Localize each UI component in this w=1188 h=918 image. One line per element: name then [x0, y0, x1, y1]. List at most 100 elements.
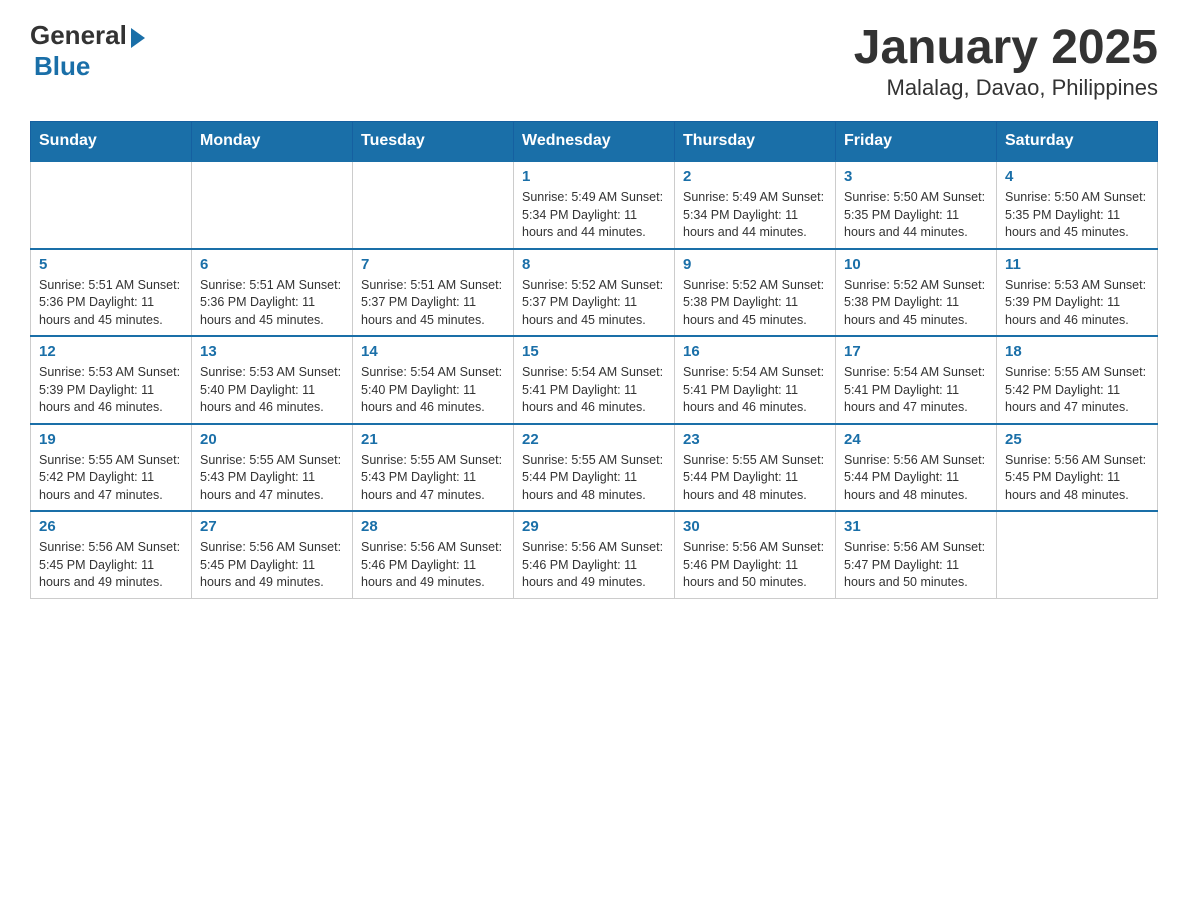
day-info: Sunrise: 5:55 AM Sunset: 5:43 PM Dayligh…	[361, 452, 505, 505]
calendar-cell: 2 Sunrise: 5:49 AM Sunset: 5:34 PM Daylig…	[675, 161, 836, 249]
day-info: Sunrise: 5:56 AM Sunset: 5:47 PM Dayligh…	[844, 539, 988, 592]
day-number: 2	[683, 168, 827, 185]
calendar-cell	[31, 161, 192, 249]
day-number: 30	[683, 518, 827, 535]
calendar-cell: 25 Sunrise: 5:56 AM Sunset: 5:45 PM Dayli…	[997, 424, 1158, 512]
day-info: Sunrise: 5:54 AM Sunset: 5:41 PM Dayligh…	[522, 364, 666, 417]
calendar-cell: 18Sunrise: 5:55 AM Sunset: 5:42 PM Dayli…	[997, 336, 1158, 424]
day-info: Sunrise: 5:55 AM Sunset: 5:43 PM Dayligh…	[200, 452, 344, 505]
day-info: Sunrise: 5:56 AM Sunset: 5:45 PM Dayligh…	[200, 539, 344, 592]
day-info: Sunrise: 5:51 AM Sunset: 5:36 PM Dayligh…	[200, 277, 344, 330]
day-info: Sunrise: 5:53 AM Sunset: 5:39 PM Dayligh…	[39, 364, 183, 417]
calendar-day-header: Monday	[192, 122, 353, 162]
calendar-cell: 14Sunrise: 5:54 AM Sunset: 5:40 PM Dayli…	[353, 336, 514, 424]
day-number: 24	[844, 431, 988, 448]
calendar-cell: 29 Sunrise: 5:56 AM Sunset: 5:46 PM Dayli…	[514, 511, 675, 598]
day-number: 4	[1005, 168, 1149, 185]
day-info: Sunrise: 5:51 AM Sunset: 5:36 PM Dayligh…	[39, 277, 183, 330]
calendar-cell: 22Sunrise: 5:55 AM Sunset: 5:44 PM Dayli…	[514, 424, 675, 512]
day-number: 9	[683, 256, 827, 273]
day-number: 10	[844, 256, 988, 273]
day-number: 6	[200, 256, 344, 273]
day-info: Sunrise: 5:55 AM Sunset: 5:42 PM Dayligh…	[39, 452, 183, 505]
calendar-day-header: Sunday	[31, 122, 192, 162]
day-number: 25	[1005, 431, 1149, 448]
calendar-cell: 28Sunrise: 5:56 AM Sunset: 5:46 PM Dayli…	[353, 511, 514, 598]
calendar-table: SundayMondayTuesdayWednesdayThursdayFrid…	[30, 121, 1158, 599]
day-info: Sunrise: 5:52 AM Sunset: 5:38 PM Dayligh…	[683, 277, 827, 330]
calendar-cell: 3Sunrise: 5:50 AM Sunset: 5:35 PM Daylig…	[836, 161, 997, 249]
day-number: 17	[844, 343, 988, 360]
calendar-week-row: 5Sunrise: 5:51 AM Sunset: 5:36 PM Daylig…	[31, 249, 1158, 337]
logo: General Blue	[30, 20, 145, 82]
calendar-cell: 19 Sunrise: 5:55 AM Sunset: 5:42 PM Dayli…	[31, 424, 192, 512]
calendar-cell: 4 Sunrise: 5:50 AM Sunset: 5:35 PM Daylig…	[997, 161, 1158, 249]
day-number: 21	[361, 431, 505, 448]
day-number: 26	[39, 518, 183, 535]
day-info: Sunrise: 5:50 AM Sunset: 5:35 PM Dayligh…	[1005, 189, 1149, 242]
day-number: 18	[1005, 343, 1149, 360]
day-number: 16	[683, 343, 827, 360]
calendar-cell: 15Sunrise: 5:54 AM Sunset: 5:41 PM Dayli…	[514, 336, 675, 424]
calendar-cell: 26 Sunrise: 5:56 AM Sunset: 5:45 PM Dayli…	[31, 511, 192, 598]
day-number: 8	[522, 256, 666, 273]
logo-blue-text: Blue	[34, 51, 90, 82]
day-number: 3	[844, 168, 988, 185]
day-info: Sunrise: 5:53 AM Sunset: 5:39 PM Dayligh…	[1005, 277, 1149, 330]
title-block: January 2025 Malalag, Davao, Philippines	[854, 20, 1158, 101]
calendar-week-row: 19 Sunrise: 5:55 AM Sunset: 5:42 PM Dayli…	[31, 424, 1158, 512]
day-info: Sunrise: 5:55 AM Sunset: 5:44 PM Dayligh…	[683, 452, 827, 505]
calendar-subtitle: Malalag, Davao, Philippines	[854, 75, 1158, 101]
day-number: 23	[683, 431, 827, 448]
calendar-cell: 1Sunrise: 5:49 AM Sunset: 5:34 PM Daylig…	[514, 161, 675, 249]
day-number: 19	[39, 431, 183, 448]
day-info: Sunrise: 5:52 AM Sunset: 5:37 PM Dayligh…	[522, 277, 666, 330]
calendar-cell: 11 Sunrise: 5:53 AM Sunset: 5:39 PM Dayli…	[997, 249, 1158, 337]
day-info: Sunrise: 5:52 AM Sunset: 5:38 PM Dayligh…	[844, 277, 988, 330]
day-info: Sunrise: 5:56 AM Sunset: 5:46 PM Dayligh…	[361, 539, 505, 592]
day-number: 14	[361, 343, 505, 360]
calendar-cell: 8 Sunrise: 5:52 AM Sunset: 5:37 PM Daylig…	[514, 249, 675, 337]
day-info: Sunrise: 5:51 AM Sunset: 5:37 PM Dayligh…	[361, 277, 505, 330]
day-number: 27	[200, 518, 344, 535]
day-number: 20	[200, 431, 344, 448]
calendar-cell: 20 Sunrise: 5:55 AM Sunset: 5:43 PM Dayli…	[192, 424, 353, 512]
calendar-title: January 2025	[854, 20, 1158, 75]
day-info: Sunrise: 5:56 AM Sunset: 5:46 PM Dayligh…	[522, 539, 666, 592]
calendar-cell: 16 Sunrise: 5:54 AM Sunset: 5:41 PM Dayli…	[675, 336, 836, 424]
day-info: Sunrise: 5:49 AM Sunset: 5:34 PM Dayligh…	[683, 189, 827, 242]
calendar-cell: 5Sunrise: 5:51 AM Sunset: 5:36 PM Daylig…	[31, 249, 192, 337]
calendar-cell: 6 Sunrise: 5:51 AM Sunset: 5:36 PM Daylig…	[192, 249, 353, 337]
day-info: Sunrise: 5:56 AM Sunset: 5:46 PM Dayligh…	[683, 539, 827, 592]
day-number: 29	[522, 518, 666, 535]
day-number: 11	[1005, 256, 1149, 273]
calendar-cell	[192, 161, 353, 249]
day-number: 7	[361, 256, 505, 273]
calendar-day-header: Wednesday	[514, 122, 675, 162]
day-info: Sunrise: 5:54 AM Sunset: 5:41 PM Dayligh…	[683, 364, 827, 417]
calendar-header-row: SundayMondayTuesdayWednesdayThursdayFrid…	[31, 122, 1158, 162]
calendar-cell: 23 Sunrise: 5:55 AM Sunset: 5:44 PM Dayli…	[675, 424, 836, 512]
calendar-week-row: 1 Sunrise: 5:49 AM Sunset: 5:34 PM Daylig…	[31, 161, 1158, 249]
day-number: 1	[522, 168, 666, 185]
day-number: 22	[522, 431, 666, 448]
calendar-week-row: 12Sunrise: 5:53 AM Sunset: 5:39 PM Dayli…	[31, 336, 1158, 424]
logo-general-text: General	[30, 20, 127, 51]
calendar-cell: 12Sunrise: 5:53 AM Sunset: 5:39 PM Dayli…	[31, 336, 192, 424]
calendar-day-header: Thursday	[675, 122, 836, 162]
calendar-cell: 17 Sunrise: 5:54 AM Sunset: 5:41 PM Dayli…	[836, 336, 997, 424]
day-info: Sunrise: 5:56 AM Sunset: 5:45 PM Dayligh…	[39, 539, 183, 592]
day-info: Sunrise: 5:56 AM Sunset: 5:45 PM Dayligh…	[1005, 452, 1149, 505]
logo-arrow-icon	[131, 28, 145, 48]
calendar-day-header: Tuesday	[353, 122, 514, 162]
calendar-cell: 27 Sunrise: 5:56 AM Sunset: 5:45 PM Dayli…	[192, 511, 353, 598]
calendar-cell: 9 Sunrise: 5:52 AM Sunset: 5:38 PM Daylig…	[675, 249, 836, 337]
calendar-cell	[353, 161, 514, 249]
calendar-cell: 24Sunrise: 5:56 AM Sunset: 5:44 PM Dayli…	[836, 424, 997, 512]
calendar-day-header: Friday	[836, 122, 997, 162]
day-info: Sunrise: 5:54 AM Sunset: 5:41 PM Dayligh…	[844, 364, 988, 417]
calendar-cell: 10 Sunrise: 5:52 AM Sunset: 5:38 PM Dayli…	[836, 249, 997, 337]
day-info: Sunrise: 5:53 AM Sunset: 5:40 PM Dayligh…	[200, 364, 344, 417]
calendar-cell: 21 Sunrise: 5:55 AM Sunset: 5:43 PM Dayli…	[353, 424, 514, 512]
calendar-cell: 31Sunrise: 5:56 AM Sunset: 5:47 PM Dayli…	[836, 511, 997, 598]
